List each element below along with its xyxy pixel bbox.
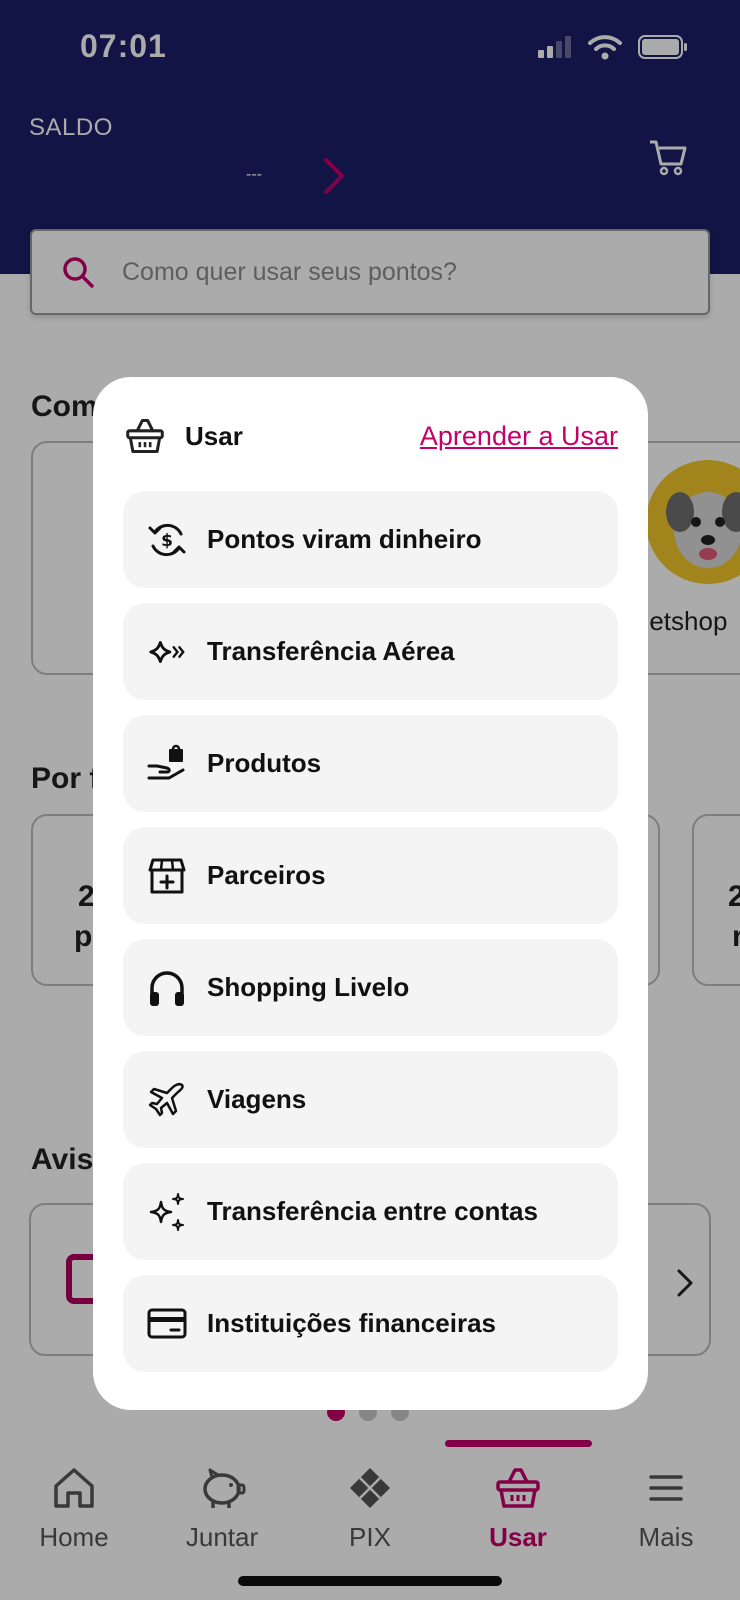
option-transferencia-entre-contas[interactable]: Transferência entre contas [123, 1163, 618, 1260]
option-instituicoes-financeiras[interactable]: Instituições financeiras [123, 1275, 618, 1372]
money-cycle-icon: $ [147, 520, 187, 560]
options-list: $ Pontos viram dinheiro Transferência Aé… [123, 491, 618, 1387]
airplane-icon [147, 1080, 187, 1120]
option-label: Viagens [207, 1084, 307, 1114]
option-label: Parceiros [207, 860, 326, 890]
option-transferencia-aerea[interactable]: Transferência Aérea [123, 603, 618, 700]
option-pontos-viram-dinheiro[interactable]: $ Pontos viram dinheiro [123, 491, 618, 588]
option-parceiros[interactable]: Parceiros [123, 827, 618, 924]
option-label: Produtos [207, 748, 322, 778]
option-shopping-livelo[interactable]: Shopping Livelo [123, 939, 618, 1036]
modal-header: Usar Aprender a Usar [125, 411, 618, 461]
hand-bag-icon [147, 744, 187, 784]
option-label: Pontos viram dinheiro [207, 524, 482, 554]
option-viagens[interactable]: Viagens [123, 1051, 618, 1148]
sparkles-icon [147, 1192, 187, 1232]
option-label: Shopping Livelo [207, 972, 410, 1002]
option-label: Transferência entre contas [207, 1196, 538, 1226]
headphones-icon [147, 968, 187, 1008]
option-label: Instituições financeiras [207, 1308, 496, 1338]
transfer-air-icon [147, 632, 187, 672]
modal-title: Usar [185, 420, 243, 451]
option-produtos[interactable]: Produtos [123, 715, 618, 812]
store-plus-icon [147, 856, 187, 896]
basket-icon [126, 418, 164, 454]
option-label: Transferência Aérea [207, 636, 455, 666]
card-icon [147, 1304, 187, 1344]
usar-modal: Usar Aprender a Usar $ Pontos viram dinh… [93, 377, 648, 1410]
svg-text:$: $ [161, 531, 173, 551]
learn-to-use-link[interactable]: Aprender a Usar [420, 421, 618, 452]
